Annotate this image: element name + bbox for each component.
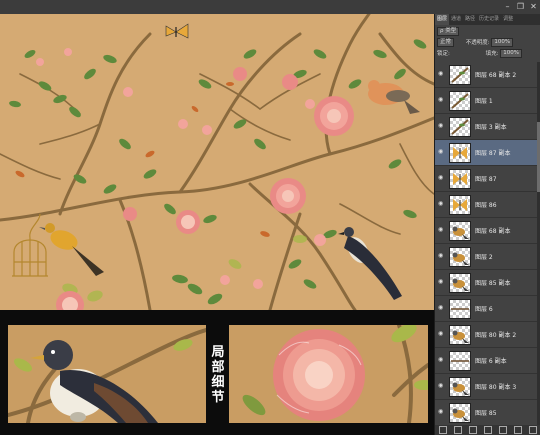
layer-list: ◉ 图层 68 副本 2 ◉ 图层 1 ◉ 图层 3 副本 ◉ 图层 87 副本 ◉ 图层 87 ◉…: [435, 62, 540, 425]
layer-thumbnail: [449, 221, 471, 241]
link-layers-icon[interactable]: [438, 426, 447, 434]
layer-name[interactable]: 图层 68 副本 2: [475, 70, 516, 79]
visibility-eye-icon[interactable]: ◉: [438, 227, 444, 233]
layer-row[interactable]: ◉ 图层 86: [435, 192, 540, 218]
layer-thumbnail: [449, 247, 471, 267]
blend-mode-select[interactable]: 正常: [437, 38, 455, 47]
visibility-eye-icon[interactable]: ◉: [438, 97, 444, 103]
layer-name[interactable]: 图层 85 副本: [475, 278, 510, 287]
new-layer-icon[interactable]: [514, 426, 523, 434]
layer-thumbnail: [449, 273, 471, 293]
layer-row[interactable]: ◉ 图层 87 副本: [435, 140, 540, 166]
visibility-eye-icon[interactable]: ◉: [438, 409, 444, 415]
layer-row[interactable]: ◉ 图层 3 副本: [435, 114, 540, 140]
layer-thumbnail: [449, 65, 471, 85]
visibility-eye-icon[interactable]: ◉: [438, 305, 444, 311]
tab-paths[interactable]: 路径: [463, 14, 477, 25]
blend-row: 正常 不透明度: 100%: [437, 38, 539, 49]
layer-row[interactable]: ◉ 图层 2: [435, 244, 540, 270]
layer-name[interactable]: 图层 6 副本: [475, 356, 507, 365]
tab-layers[interactable]: 图层: [435, 14, 450, 25]
visibility-eye-icon[interactable]: ◉: [438, 149, 444, 155]
visibility-eye-icon[interactable]: ◉: [438, 383, 444, 389]
delete-layer-icon[interactable]: [529, 426, 538, 434]
layer-name[interactable]: 图层 80 副本 3: [475, 382, 516, 391]
tab-adjustments[interactable]: 调整: [501, 14, 515, 25]
add-mask-icon[interactable]: [468, 426, 477, 434]
layer-thumbnail: [449, 169, 471, 189]
layer-name[interactable]: 图层 85: [475, 408, 497, 417]
layer-name[interactable]: 图层 1: [475, 96, 493, 105]
fill-field[interactable]: 100%: [500, 49, 522, 58]
layer-name[interactable]: 图层 68 副本: [475, 226, 510, 235]
layer-name[interactable]: 图层 87 副本: [475, 148, 510, 157]
visibility-eye-icon[interactable]: ◉: [438, 357, 444, 363]
layer-row[interactable]: ◉ 图层 1: [435, 88, 540, 114]
restore-icon[interactable]: ❐: [516, 2, 525, 11]
layer-row[interactable]: ◉ 图层 85 副本: [435, 270, 540, 296]
detail-bird-closeup: [8, 325, 206, 423]
adjustment-layer-icon[interactable]: [483, 426, 492, 434]
opacity-label: 不透明度:: [465, 40, 490, 46]
visibility-eye-icon[interactable]: ◉: [438, 71, 444, 77]
visibility-eye-icon[interactable]: ◉: [438, 201, 444, 207]
layer-thumbnail: [449, 299, 471, 319]
layer-row[interactable]: ◉ 图层 80 副本 3: [435, 374, 540, 400]
filter-row: ρ 类型: [437, 27, 539, 38]
fill-label: 填充:: [485, 51, 499, 57]
layer-row[interactable]: ◉ 图层 6: [435, 296, 540, 322]
layer-thumbnail: [449, 91, 471, 111]
visibility-eye-icon[interactable]: ◉: [438, 279, 444, 285]
title-bar: – ❐ ✕: [0, 0, 540, 14]
tab-history[interactable]: 历史记录: [477, 14, 501, 25]
visibility-eye-icon[interactable]: ◉: [438, 175, 444, 181]
layer-name[interactable]: 图层 86: [475, 200, 497, 209]
minimize-icon[interactable]: –: [503, 2, 512, 11]
layer-row[interactable]: ◉ 图层 85: [435, 400, 540, 425]
layer-name[interactable]: 图层 6: [475, 304, 493, 313]
panel-tab-bar: 图层 通道 路径 历史记录 调整: [435, 14, 540, 25]
layers-panel: 图层 通道 路径 历史记录 调整 ρ 类型 正常 不透明度: 100% 锁定: …: [434, 14, 540, 435]
layer-row[interactable]: ◉ 图层 80 副本 2: [435, 322, 540, 348]
detail-peony-closeup: [229, 325, 428, 423]
layer-row[interactable]: ◉ 图层 68 副本 2: [435, 62, 540, 88]
layer-thumbnail: [449, 117, 471, 137]
layer-name[interactable]: 图层 2: [475, 252, 493, 261]
lock-label: 锁定:: [437, 51, 450, 57]
peony-closeup-image: [242, 325, 428, 423]
layer-row[interactable]: ◉ 图层 68 副本: [435, 218, 540, 244]
visibility-eye-icon[interactable]: ◉: [438, 123, 444, 129]
layer-thumbnail: [449, 325, 471, 345]
detail-caption: 局部细节: [211, 345, 225, 405]
visibility-eye-icon[interactable]: ◉: [438, 331, 444, 337]
visibility-eye-icon[interactable]: ◉: [438, 253, 444, 259]
layer-thumbnail: [449, 403, 471, 423]
layer-name[interactable]: 图层 87: [475, 174, 497, 183]
layer-row[interactable]: ◉ 图层 6 副本: [435, 348, 540, 374]
lock-row: 锁定: 填充: 100%: [437, 49, 539, 60]
opacity-field[interactable]: 100%: [491, 38, 514, 47]
layer-row[interactable]: ◉ 图层 87: [435, 166, 540, 192]
bird-closeup-image: [8, 328, 206, 423]
layer-thumbnail: [449, 377, 471, 397]
layer-thumbnail: [449, 143, 471, 163]
layer-thumbnail: [449, 351, 471, 371]
wallpaper-artwork: [0, 14, 434, 310]
layer-thumbnail: [449, 195, 471, 215]
tab-channels[interactable]: 通道: [449, 14, 463, 25]
panel-footer: [435, 425, 540, 435]
layer-name[interactable]: 图层 80 副本 2: [475, 330, 516, 339]
new-group-icon[interactable]: [499, 426, 508, 434]
layer-name[interactable]: 图层 3 副本: [475, 122, 507, 131]
layer-style-icon[interactable]: [453, 426, 462, 434]
close-icon[interactable]: ✕: [529, 2, 538, 11]
layer-kind-filter[interactable]: ρ 类型: [437, 27, 460, 36]
